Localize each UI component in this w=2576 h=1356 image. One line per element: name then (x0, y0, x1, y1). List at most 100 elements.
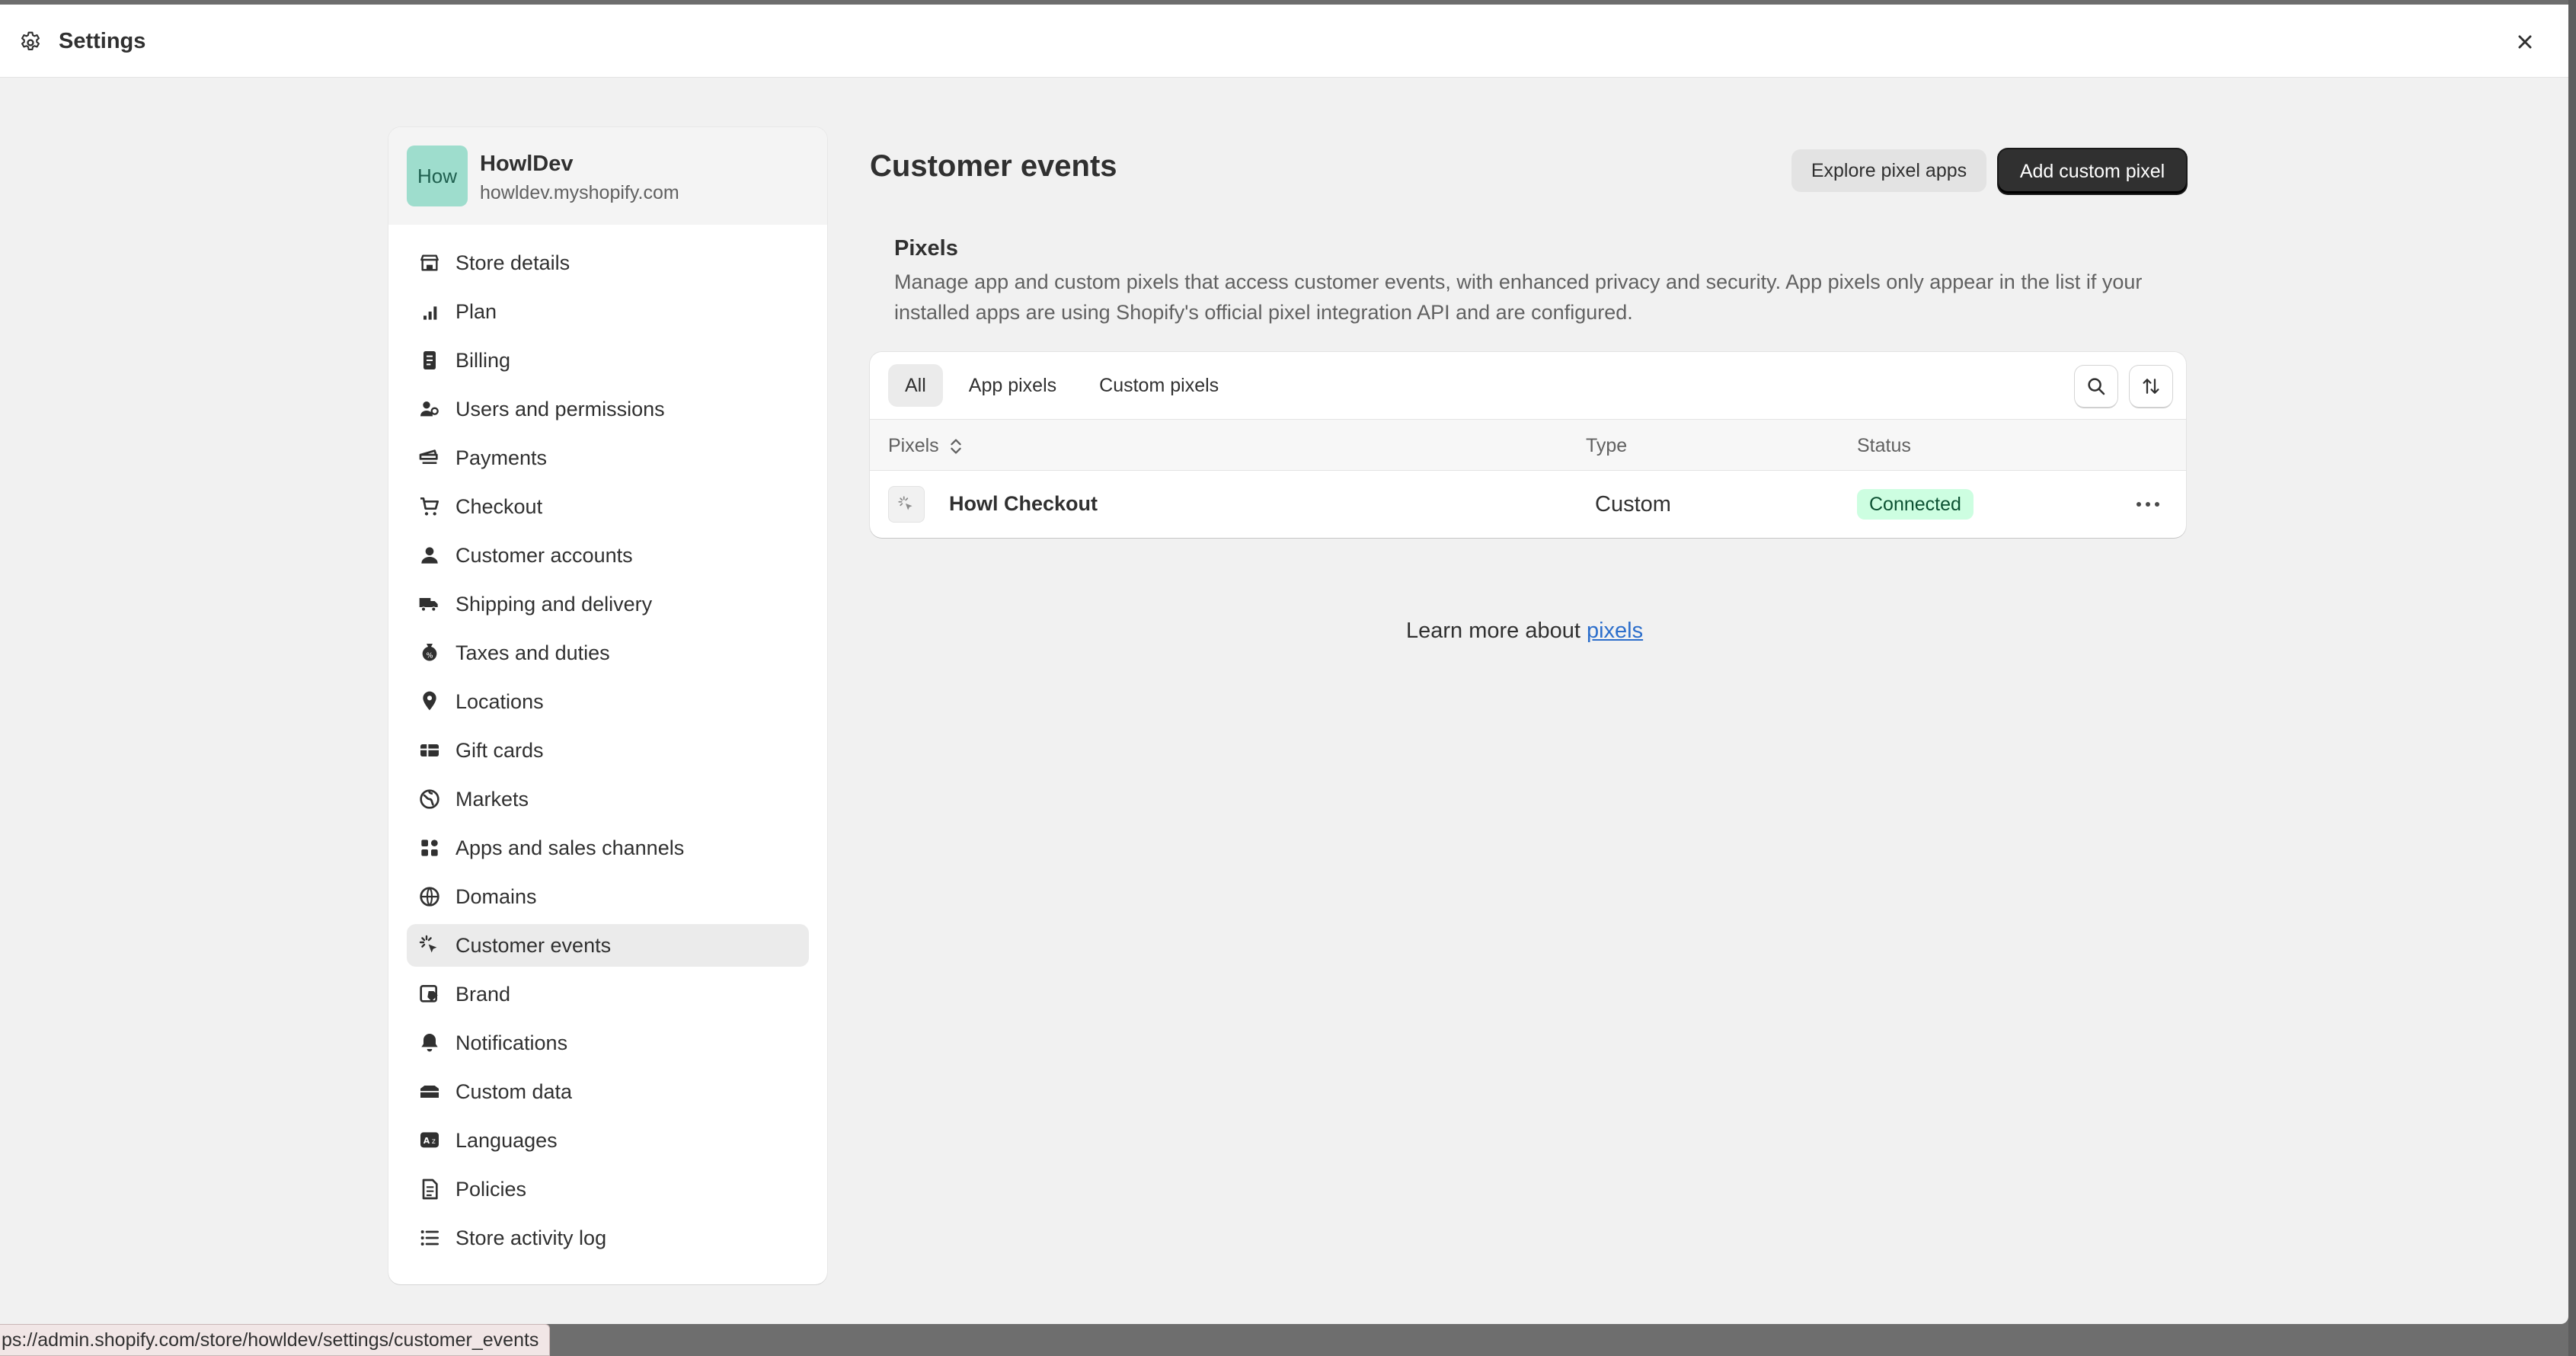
apps-icon (421, 840, 438, 856)
sidebar-item-apps-and-sales-channels[interactable]: Apps and sales channels (407, 827, 809, 869)
sidebar-item-label: Markets (455, 787, 529, 811)
tab-all[interactable]: All (888, 364, 943, 407)
sidebar-item-label: Apps and sales channels (455, 836, 685, 859)
sidebar-item-plan[interactable]: Plan (407, 290, 809, 333)
custom-data-icon (420, 1086, 439, 1098)
tax-icon: % (422, 644, 437, 661)
pixel-name[interactable]: Howl Checkout (949, 492, 1098, 516)
sidebar-item-custom-data[interactable]: Custom data (407, 1070, 809, 1113)
sidebar-item-label: Shipping and delivery (455, 592, 653, 616)
sidebar-item-store-activity-log[interactable]: Store activity log (407, 1217, 809, 1259)
sidebar-item-store-details[interactable]: Store details (407, 241, 809, 284)
ellipsis-icon (2137, 502, 2159, 507)
bell-icon (421, 1034, 438, 1052)
learn-more-text: Learn more about pixels (1406, 619, 1644, 643)
svg-text:%: % (427, 652, 433, 660)
store-header[interactable]: How HowlDev howldev.myshopify.com (388, 127, 827, 225)
globe-icon (420, 789, 439, 809)
sidebar-item-gift-cards[interactable]: Gift cards (407, 729, 809, 772)
window-edge (2568, 0, 2576, 1356)
status-badge: Connected (1857, 489, 1974, 520)
section-description: Manage app and custom pixels that access… (894, 270, 2143, 324)
sidebar-item-policies[interactable]: Policies (407, 1168, 809, 1210)
settings-nav: Store details Plan Billing Users and permis… (407, 241, 809, 1265)
sidebar-item-brand[interactable]: Brand (407, 973, 809, 1015)
section-title: Pixels (894, 236, 958, 261)
sidebar-item-label: Custom data (455, 1079, 573, 1103)
pixel-thumbnail (888, 486, 925, 523)
sidebar-item-label: Languages (455, 1128, 558, 1152)
sort-toggle-icon (950, 439, 961, 454)
column-pixels[interactable]: Pixels (888, 435, 963, 457)
gear-icon (21, 31, 40, 50)
truck-icon (419, 598, 438, 612)
sidebar-item-languages[interactable]: Az Languages (407, 1119, 809, 1162)
more-actions-button[interactable] (2131, 489, 2165, 520)
close-icon[interactable] (2512, 29, 2538, 55)
cursor-click-icon (898, 496, 912, 510)
sidebar-item-label: Store activity log (455, 1226, 607, 1249)
payments-icon (419, 449, 438, 464)
sidebar-item-customer-events[interactable]: Customer events (407, 924, 809, 967)
language-icon: Az (420, 1132, 439, 1148)
plan-icon (421, 306, 438, 320)
sort-icon (2143, 379, 2159, 394)
column-status: Status (1857, 435, 1911, 456)
window-title: Settings (59, 29, 146, 53)
sidebar-item-notifications[interactable]: Notifications (407, 1022, 809, 1064)
sidebar-item-billing[interactable]: Billing (407, 339, 809, 382)
users-icon (420, 401, 439, 417)
sidebar-item-label: Notifications (455, 1031, 568, 1054)
tab-custom-pixels[interactable]: Custom pixels (1082, 364, 1235, 407)
column-type: Type (1586, 435, 1628, 456)
settings-sidebar: How HowlDev howldev.myshopify.com Store … (388, 127, 827, 1284)
sidebar-item-payments[interactable]: Payments (407, 437, 809, 479)
sidebar-item-label: Brand (455, 982, 511, 1006)
pixel-tabs: All App pixels Custom pixels (888, 364, 1245, 407)
pixels-card: All App pixels Custom pixels Pixels Type (870, 352, 2186, 538)
svg-text:z: z (432, 1137, 436, 1146)
sidebar-item-locations[interactable]: Locations (407, 680, 809, 723)
settings-window: Settings How HowlDev howldev.myshopify.c… (0, 5, 2568, 1324)
billing-icon (423, 351, 436, 369)
page-title: Customer events (870, 149, 1117, 183)
sidebar-item-domains[interactable]: Domains (407, 875, 809, 918)
sidebar-item-users-and-permissions[interactable]: Users and permissions (407, 388, 809, 430)
tab-app-pixels[interactable]: App pixels (952, 364, 1073, 407)
sidebar-item-label: Taxes and duties (455, 641, 610, 664)
sidebar-item-label: Plan (455, 299, 497, 323)
sidebar-item-label: Domains (455, 884, 537, 908)
person-icon (421, 547, 438, 564)
explore-pixel-apps-button[interactable]: Explore pixel apps (1791, 149, 1986, 192)
sidebar-item-label: Policies (455, 1177, 527, 1201)
sidebar-item-label: Payments (455, 446, 548, 469)
store-name: HowlDev (480, 152, 574, 176)
sidebar-item-label: Checkout (455, 494, 543, 518)
store-icon (420, 254, 439, 271)
sidebar-item-shipping-and-delivery[interactable]: Shipping and delivery (407, 583, 809, 625)
top-bar: Settings (0, 5, 2568, 78)
sidebar-item-markets[interactable]: Markets (407, 778, 809, 820)
url-status-bar: ps://admin.shopify.com/store/howldev/set… (0, 1324, 551, 1356)
brand-icon (420, 985, 438, 1003)
pixels-link[interactable]: pixels (1587, 619, 1643, 643)
sidebar-item-label: Gift cards (455, 738, 544, 762)
svg-text:A: A (423, 1136, 430, 1146)
sidebar-item-customer-accounts[interactable]: Customer accounts (407, 534, 809, 577)
store-avatar: How (407, 146, 468, 206)
sidebar-item-checkout[interactable]: Checkout (407, 485, 809, 528)
location-icon (423, 691, 436, 711)
cart-icon (420, 497, 439, 516)
table-row[interactable]: Howl Checkout Custom Connected (870, 471, 2186, 538)
list-icon (420, 1230, 439, 1246)
cursor-click-icon (419, 935, 437, 953)
sidebar-item-label: Users and permissions (455, 397, 665, 421)
sort-button[interactable] (2130, 366, 2172, 407)
search-button[interactable] (2075, 366, 2117, 407)
domains-icon (420, 887, 439, 907)
sidebar-item-label: Store details (455, 251, 570, 274)
pixel-type: Custom (1595, 492, 1671, 516)
sidebar-item-taxes-and-duties[interactable]: % Taxes and duties (407, 632, 809, 674)
sidebar-item-label: Billing (455, 348, 511, 372)
add-custom-pixel-button[interactable]: Add custom pixel (1999, 149, 2186, 193)
